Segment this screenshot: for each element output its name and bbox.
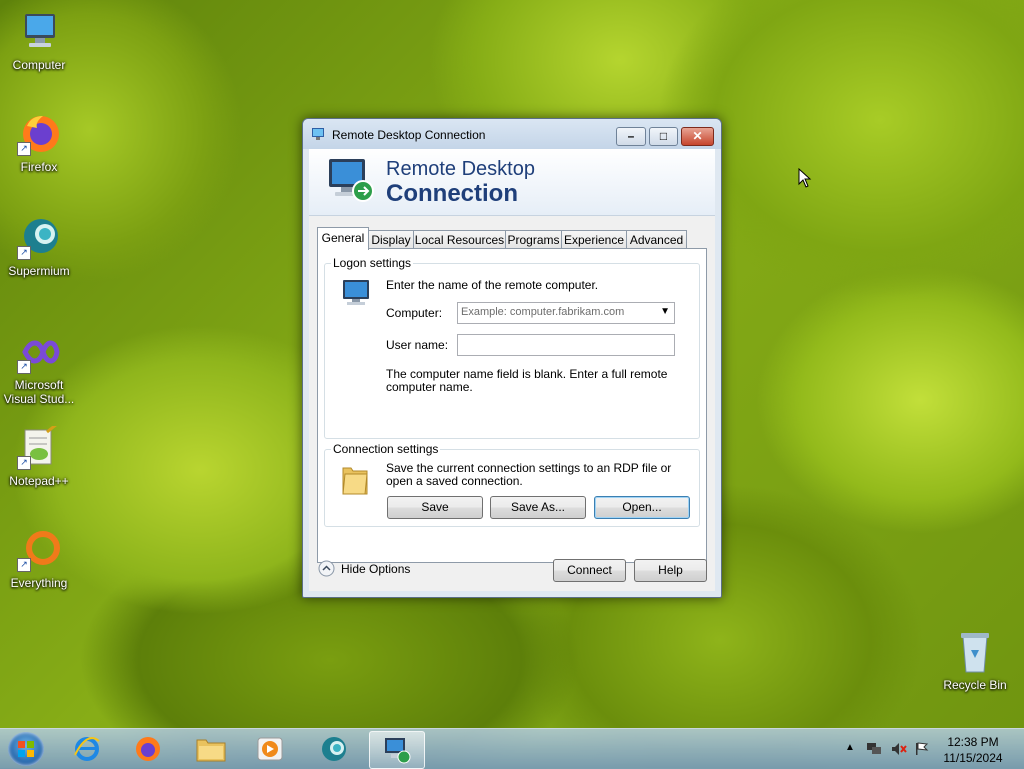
taskbar-media-player[interactable] xyxy=(243,731,297,767)
logon-settings-group: Logon settings Enter the name of the rem… xyxy=(324,256,700,439)
computer-combobox[interactable]: Example: computer.fabrikam.com ▼ xyxy=(457,302,675,324)
save-button[interactable]: Save xyxy=(387,496,483,519)
window-client-area: Remote Desktop Connection General Displa… xyxy=(309,149,715,591)
taskbar-firefox[interactable] xyxy=(121,731,175,767)
taskbar-internet-explorer[interactable] xyxy=(60,731,114,767)
window-title: Remote Desktop Connection xyxy=(332,128,486,142)
visual-studio-icon: ↗ xyxy=(17,330,61,374)
logon-note: The computer name field is blank. Enter … xyxy=(386,367,668,394)
close-icon: ✕ xyxy=(692,129,703,143)
window-titlebar[interactable]: Remote Desktop Connection – □ ✕ xyxy=(303,119,721,149)
shortcut-arrow-icon: ↗ xyxy=(17,246,31,260)
internet-explorer-icon xyxy=(74,737,100,761)
desktop-icon-label: Computer xyxy=(12,58,66,72)
tab-programs[interactable]: Programs xyxy=(505,230,562,249)
shortcut-arrow-icon: ↗ xyxy=(17,456,31,470)
start-button[interactable] xyxy=(8,732,44,766)
everything-search-icon: ↗ xyxy=(17,528,61,572)
shortcut-arrow-icon: ↗ xyxy=(17,558,31,572)
taskbar-file-explorer[interactable] xyxy=(184,731,238,767)
network-icon[interactable] xyxy=(866,742,882,759)
mouse-cursor-icon xyxy=(798,168,812,188)
firefox-icon xyxy=(136,737,160,761)
connection-settings-legend: Connection settings xyxy=(331,442,441,456)
username-input[interactable] xyxy=(457,334,675,356)
dropdown-arrow-icon[interactable]: ▼ xyxy=(660,306,670,317)
connection-settings-group: Connection settings Save the current con… xyxy=(324,442,700,527)
desktop-icon-firefox[interactable]: ↗ Firefox xyxy=(1,112,77,174)
taskbar-clock[interactable]: 12:38 PM 11/15/2024 xyxy=(930,734,1016,766)
action-center-flag-icon[interactable] xyxy=(915,742,929,759)
remote-desktop-window: Remote Desktop Connection – □ ✕ Remote D… xyxy=(302,118,722,598)
remote-desktop-icon xyxy=(385,738,411,764)
notepad-plus-plus-icon: ↗ xyxy=(17,422,61,470)
recycle-bin-icon xyxy=(953,630,997,674)
desktop-icon-notepad-plus-plus[interactable]: ↗ Notepad++ xyxy=(1,422,77,488)
open-button[interactable]: Open... xyxy=(594,496,690,519)
tab-local-resources[interactable]: Local Resources xyxy=(413,230,506,249)
folder-icon xyxy=(342,467,368,495)
help-button[interactable]: Help xyxy=(634,559,707,582)
chevron-up-icon xyxy=(318,560,335,577)
maximize-button[interactable]: □ xyxy=(649,127,678,146)
desktop-icon-label: Microsoft Visual Stud... xyxy=(3,378,75,406)
desktop-icon-visual-studio[interactable]: ↗ Microsoft Visual Stud... xyxy=(1,330,77,406)
minimize-icon: – xyxy=(627,129,635,143)
folder-icon xyxy=(196,739,226,762)
windows-logo-icon xyxy=(18,741,34,757)
tab-advanced[interactable]: Advanced xyxy=(626,230,687,249)
logon-settings-legend: Logon settings xyxy=(331,256,414,270)
minimize-button[interactable]: – xyxy=(616,127,646,146)
save-as-button[interactable]: Save As... xyxy=(490,496,586,519)
taskbar-remote-desktop[interactable] xyxy=(369,731,425,769)
taskbar-supermium[interactable] xyxy=(307,731,361,767)
desktop-icon-everything[interactable]: ↗ Everything xyxy=(1,528,77,590)
banner-title-line1: Remote Desktop xyxy=(386,158,535,180)
connection-description: Save the current connection settings to … xyxy=(386,461,672,488)
username-label: User name: xyxy=(386,338,449,352)
desktop-icon-supermium[interactable]: ↗ Supermium xyxy=(1,216,77,278)
clock-date: 11/15/2024 xyxy=(943,751,1003,765)
taskbar: ▲ 12:38 PM 11/15/2024 xyxy=(0,728,1024,769)
tab-general[interactable]: General xyxy=(317,227,369,250)
connect-button[interactable]: Connect xyxy=(553,559,626,582)
banner: Remote Desktop Connection xyxy=(309,149,715,216)
tab-display[interactable]: Display xyxy=(368,230,414,249)
tab-experience[interactable]: Experience xyxy=(561,230,627,249)
desktop-icon-label: Recycle Bin xyxy=(943,678,1007,692)
supermium-icon xyxy=(322,737,346,761)
shortcut-arrow-icon: ↗ xyxy=(17,142,31,156)
desktop-icon-computer[interactable]: Computer xyxy=(1,10,77,72)
media-player-icon xyxy=(257,737,283,761)
supermium-icon: ↗ xyxy=(17,216,61,260)
desktop-icon-label: Everything xyxy=(10,576,68,590)
desktop-icon-label: Notepad++ xyxy=(9,474,69,488)
show-hidden-icons-icon[interactable]: ▲ xyxy=(845,742,855,753)
logon-instruction: Enter the name of the remote computer. xyxy=(386,278,599,292)
maximize-icon: □ xyxy=(659,129,668,143)
clock-time: 12:38 PM xyxy=(947,735,999,749)
shortcut-arrow-icon: ↗ xyxy=(17,360,31,374)
remote-desktop-icon xyxy=(312,128,324,140)
computer-label: Computer: xyxy=(386,306,443,320)
desktop-icon-recycle-bin[interactable]: Recycle Bin xyxy=(937,630,1013,692)
remote-desktop-large-icon xyxy=(329,159,374,202)
close-button[interactable]: ✕ xyxy=(681,127,714,146)
general-tab-panel: Logon settings Enter the name of the rem… xyxy=(317,248,707,563)
desktop-icon-label: Firefox xyxy=(20,160,58,174)
desktop-icon-label: Supermium xyxy=(8,264,70,278)
firefox-icon: ↗ xyxy=(17,112,61,156)
hide-options-label: Hide Options xyxy=(341,562,411,576)
banner-title-line2: Connection xyxy=(386,180,518,207)
computer-icon xyxy=(17,10,61,54)
volume-muted-icon[interactable] xyxy=(891,742,907,759)
computer-icon xyxy=(343,280,369,305)
computer-placeholder: Example: computer.fabrikam.com xyxy=(461,306,625,318)
